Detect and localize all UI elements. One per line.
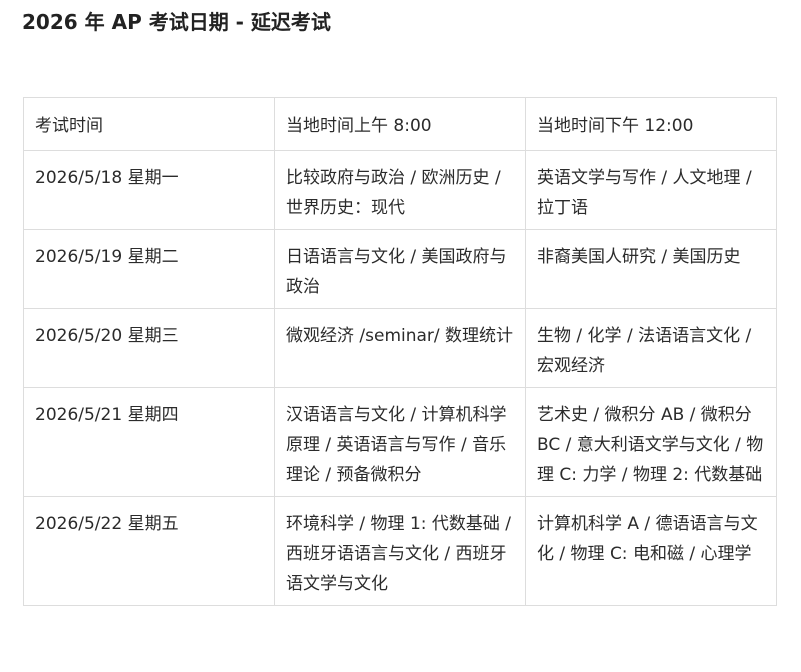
exam-schedule-table: 考试时间 当地时间上午 8:00 当地时间下午 12:00 2026/5/18 … bbox=[23, 97, 777, 606]
cell-date: 2026/5/20 星期三 bbox=[23, 308, 275, 388]
table-row: 2026/5/21 星期四 汉语语言与文化 / 计算机科学原理 / 英语语言与写… bbox=[23, 387, 777, 497]
table-row: 2026/5/19 星期二 日语语言与文化 / 美国政府与政治 非裔美国人研究 … bbox=[23, 229, 777, 309]
cell-morning-exams: 日语语言与文化 / 美国政府与政治 bbox=[274, 229, 526, 309]
cell-afternoon-exams: 计算机科学 A / 德语语言与文化 / 物理 C: 电和磁 / 心理学 bbox=[525, 496, 777, 606]
table-row: 2026/5/22 星期五 环境科学 / 物理 1: 代数基础 / 西班牙语语言… bbox=[23, 496, 777, 606]
cell-afternoon-exams: 生物 / 化学 / 法语语言文化 / 宏观经济 bbox=[525, 308, 777, 388]
header-afternoon-session: 当地时间下午 12:00 bbox=[525, 97, 777, 151]
cell-afternoon-exams: 艺术史 / 微积分 AB / 微积分 BC / 意大利语文学与文化 / 物理 C… bbox=[525, 387, 777, 497]
page-title: 2026 年 AP 考试日期 - 延迟考试 bbox=[22, 10, 331, 34]
table-row: 2026/5/20 星期三 微观经济 /seminar/ 数理统计 生物 / 化… bbox=[23, 308, 777, 388]
cell-date: 2026/5/18 星期一 bbox=[23, 150, 275, 230]
header-morning-session: 当地时间上午 8:00 bbox=[274, 97, 526, 151]
cell-afternoon-exams: 非裔美国人研究 / 美国历史 bbox=[525, 229, 777, 309]
cell-morning-exams: 比较政府与政治 / 欧洲历史 / 世界历史：现代 bbox=[274, 150, 526, 230]
cell-morning-exams: 环境科学 / 物理 1: 代数基础 / 西班牙语语言与文化 / 西班牙语文学与文… bbox=[274, 496, 526, 606]
table-row: 2026/5/18 星期一 比较政府与政治 / 欧洲历史 / 世界历史：现代 英… bbox=[23, 150, 777, 230]
cell-afternoon-exams: 英语文学与写作 / 人文地理 / 拉丁语 bbox=[525, 150, 777, 230]
cell-morning-exams: 微观经济 /seminar/ 数理统计 bbox=[274, 308, 526, 388]
cell-date: 2026/5/19 星期二 bbox=[23, 229, 275, 309]
cell-date: 2026/5/21 星期四 bbox=[23, 387, 275, 497]
cell-date: 2026/5/22 星期五 bbox=[23, 496, 275, 606]
cell-morning-exams: 汉语语言与文化 / 计算机科学原理 / 英语语言与写作 / 音乐理论 / 预备微… bbox=[274, 387, 526, 497]
table-header-row: 考试时间 当地时间上午 8:00 当地时间下午 12:00 bbox=[23, 97, 777, 151]
header-exam-time: 考试时间 bbox=[23, 97, 275, 151]
